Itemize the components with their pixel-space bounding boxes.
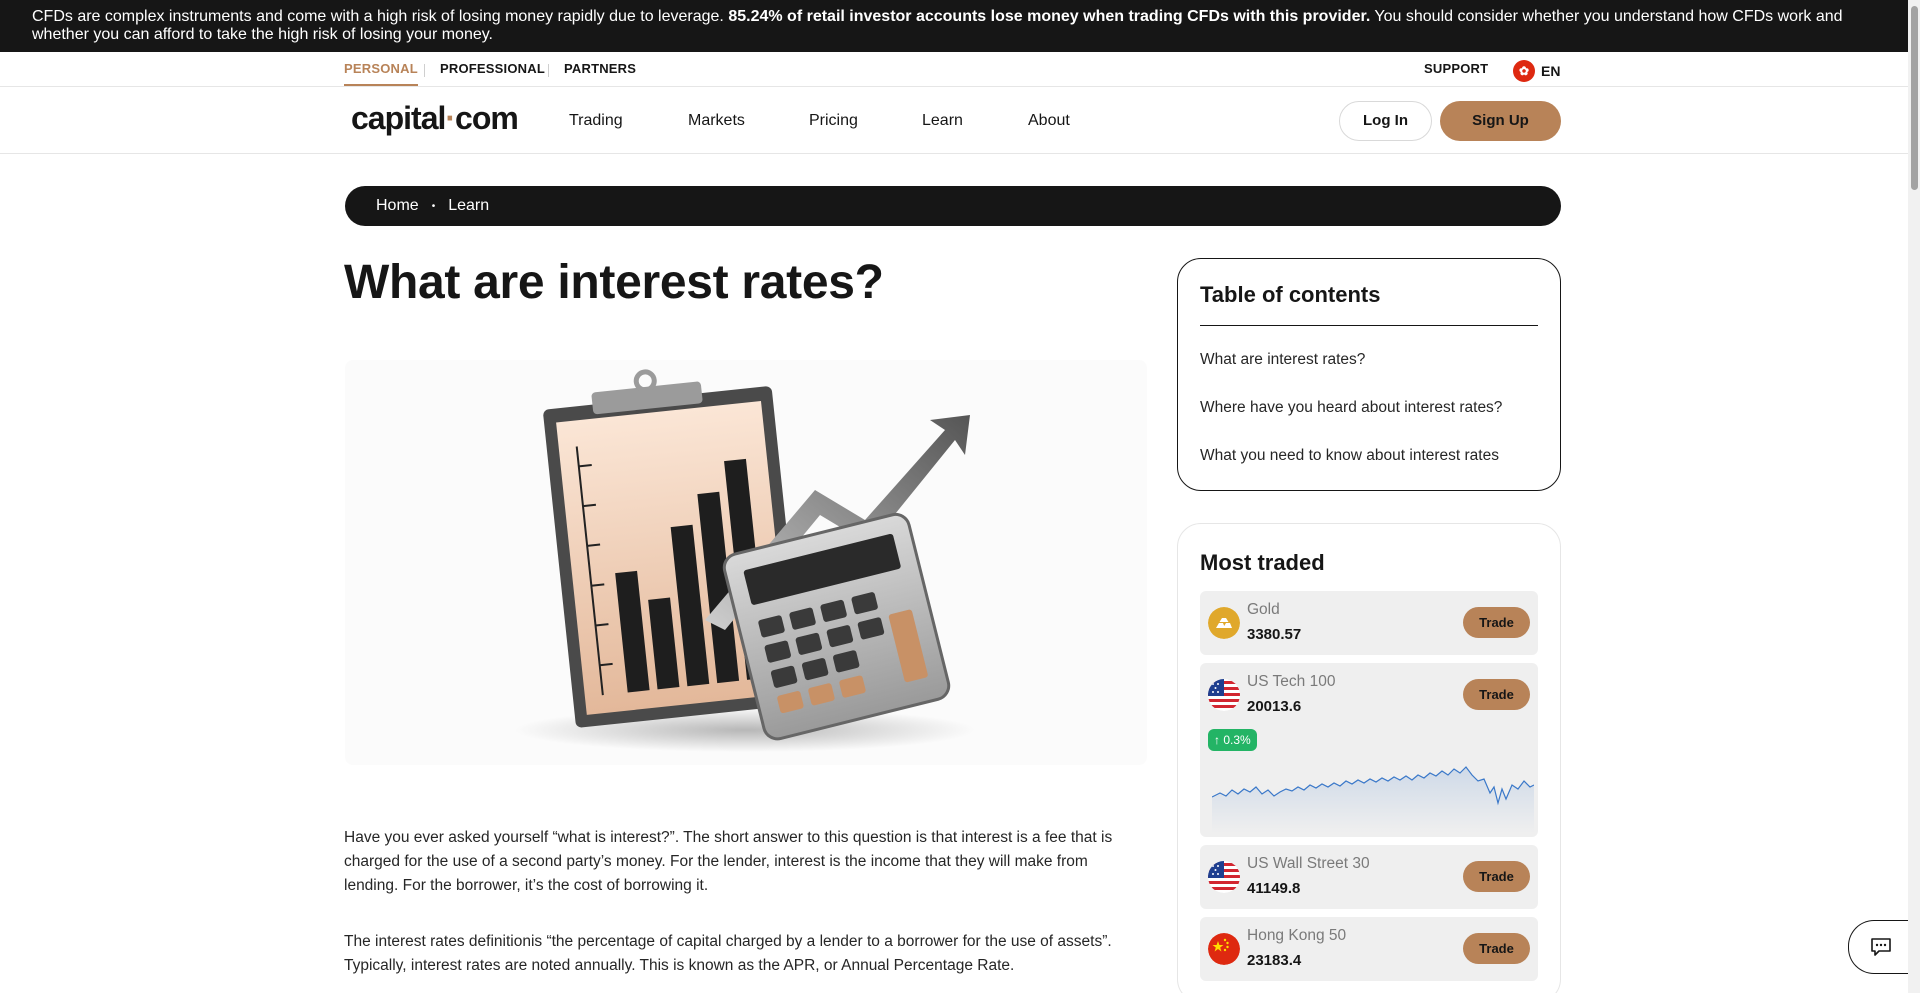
clipboard-calculator-chart-illustration: [515, 369, 975, 752]
tab-professional[interactable]: PROFESSIONAL: [440, 52, 545, 86]
nav-pricing[interactable]: Pricing: [809, 88, 858, 154]
market-name: Hong Kong 50: [1247, 927, 1347, 944]
article-paragraph: Have you ever asked yourself “what is in…: [344, 829, 1113, 894]
logo-text-left: capital: [351, 100, 446, 136]
market-price: 3380.57: [1247, 626, 1302, 643]
market-card-gold[interactable]: Gold 3380.57 Trade: [1200, 591, 1538, 655]
breadcrumb-home[interactable]: Home: [376, 197, 419, 215]
market-card-us-wall-street-30[interactable]: US Wall Street 30 41149.8 Trade: [1200, 845, 1538, 909]
risk-warning-text: CFDs are complex instruments and come wi…: [32, 8, 729, 25]
toc-link[interactable]: What you need to know about interest rat…: [1200, 432, 1538, 480]
china-flag-icon: [1208, 933, 1240, 965]
most-traded-title: Most traded: [1200, 550, 1325, 575]
article-paragraph: The interest rates definitionis “the per…: [344, 933, 1112, 974]
nav-markets[interactable]: Markets: [688, 88, 745, 154]
table-of-contents: Table of contents What are interest rate…: [1177, 258, 1561, 491]
us-flag-icon: [1208, 679, 1240, 711]
nav-about[interactable]: About: [1028, 88, 1070, 154]
most-traded-panel: Most traded Gold 3380.57 Trade US Tech 1…: [1177, 523, 1561, 993]
breadcrumb-separator: •: [431, 200, 436, 212]
trade-button[interactable]: Trade: [1463, 861, 1530, 892]
market-name: US Tech 100: [1247, 673, 1336, 690]
signup-button[interactable]: Sign Up: [1440, 101, 1561, 141]
market-price: 20013.6: [1247, 698, 1302, 715]
tab-personal[interactable]: PERSONAL: [344, 52, 418, 86]
price-change-badge: ↑ 0.3%: [1208, 729, 1257, 751]
capital-com-logo[interactable]: capital·com: [351, 100, 519, 137]
trade-button[interactable]: Trade: [1463, 607, 1530, 638]
market-price: 41149.8: [1247, 880, 1301, 897]
toc-link[interactable]: What are interest rates?: [1200, 336, 1538, 384]
main-header: capital·com Trading Markets Pricing Lear…: [0, 88, 1908, 154]
market-card-us-tech-100[interactable]: US Tech 100 20013.6 Trade ↑ 0.3%: [1200, 663, 1538, 837]
divider: [424, 64, 425, 77]
sparkline-chart: [1212, 766, 1534, 833]
market-name: Gold: [1247, 601, 1280, 618]
page-scrollbar[interactable]: [1908, 0, 1920, 993]
divider: [548, 64, 549, 77]
nav-trading[interactable]: Trading: [569, 88, 623, 154]
risk-warning-banner: CFDs are complex instruments and come wi…: [0, 0, 1920, 52]
trade-button[interactable]: Trade: [1463, 933, 1530, 964]
language-selector[interactable]: ✿ EN: [1513, 60, 1560, 82]
market-name: US Wall Street 30: [1247, 855, 1370, 872]
us-flag-icon: [1208, 861, 1240, 893]
logo-dot: ·: [445, 100, 456, 136]
hong-kong-flag-icon: ✿: [1513, 60, 1535, 82]
hero-illustration: [345, 360, 1147, 765]
breadcrumb-learn[interactable]: Learn: [448, 197, 489, 215]
page-title: What are interest rates?: [344, 256, 884, 309]
risk-warning-bold: 85.24% of retail investor accounts lose …: [728, 8, 1371, 25]
support-link[interactable]: SUPPORT: [1424, 52, 1488, 86]
market-price: 23183.4: [1247, 952, 1302, 969]
audience-nav: PERSONAL PROFESSIONAL PARTNERS SUPPORT ✿…: [0, 52, 1908, 87]
tab-partners[interactable]: PARTNERS: [564, 52, 636, 86]
gold-icon: [1208, 607, 1240, 639]
logo-text-right: com: [455, 100, 519, 136]
nav-learn[interactable]: Learn: [922, 88, 963, 154]
toc-title: Table of contents: [1200, 282, 1538, 326]
breadcrumb: Home • Learn: [345, 186, 1561, 226]
chat-icon: [1870, 938, 1891, 956]
language-label: EN: [1541, 63, 1561, 79]
login-button[interactable]: Log In: [1339, 101, 1432, 141]
trade-button[interactable]: Trade: [1463, 679, 1530, 710]
toc-link[interactable]: Where have you heard about interest rate…: [1200, 384, 1538, 432]
chat-button[interactable]: [1848, 920, 1912, 974]
scrollbar-thumb[interactable]: [1911, 6, 1918, 190]
market-card-hong-kong-50[interactable]: Hong Kong 50 23183.4 Trade: [1200, 917, 1538, 981]
